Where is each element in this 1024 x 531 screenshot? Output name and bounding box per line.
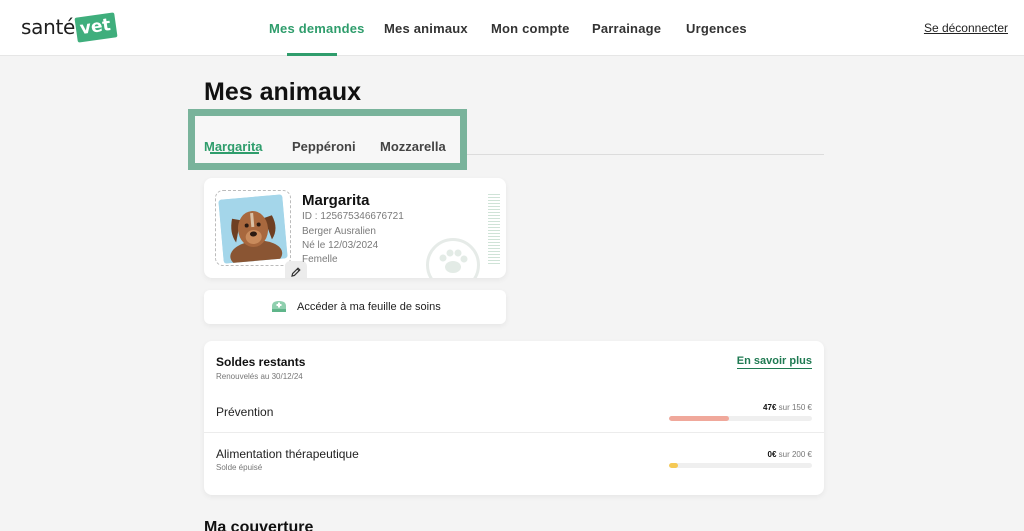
pet-photo-frame xyxy=(215,190,307,278)
care-sheet-button[interactable]: Accéder à ma feuille de soins xyxy=(204,290,506,324)
pet-name: Margarita xyxy=(302,192,370,209)
logout-link[interactable]: Se déconnecter xyxy=(924,21,1008,35)
pencil-icon xyxy=(291,267,301,277)
balances-card: Soldes restants Renouvelés au 30/12/24 E… xyxy=(204,341,824,495)
pet-photo xyxy=(218,194,288,264)
paw-icon xyxy=(426,238,480,278)
balance-alimentation-bar-fill xyxy=(669,463,678,468)
balance-prevention-total: sur 150 € xyxy=(778,403,812,412)
nav-urgences[interactable]: Urgences xyxy=(686,21,747,36)
balance-alimentation-value: 0€ xyxy=(767,450,777,459)
learn-more-link[interactable]: En savoir plus xyxy=(736,355,812,369)
balance-prevention-bar-fill xyxy=(669,416,730,421)
care-sheet-label: Accéder à ma feuille de soins xyxy=(297,301,441,313)
balance-prevention-value: 47€ xyxy=(763,403,777,412)
balance-prevention-bar xyxy=(669,416,812,421)
main-nav: Mes demandes Mes animaux Mon compte Parr… xyxy=(0,0,1024,56)
balance-alimentation-bar xyxy=(669,463,812,468)
balance-alimentation-amount: 0€ sur 200 € xyxy=(768,450,813,459)
pet-breed: Berger Ausralien xyxy=(302,226,376,237)
nav-mes-animaux[interactable]: Mes animaux xyxy=(384,21,468,36)
tabs-baseline xyxy=(466,154,824,155)
balance-alimentation-total: sur 200 € xyxy=(778,450,812,459)
dog-photo-illustration xyxy=(218,194,288,264)
nav-parrainage[interactable]: Parrainage xyxy=(592,21,661,36)
medical-kit-icon xyxy=(271,299,287,318)
coverage-section-title: Ma couverture xyxy=(204,519,314,531)
nav-mon-compte[interactable]: Mon compte xyxy=(491,21,570,36)
tab-mozzarella[interactable]: Mozzarella xyxy=(380,139,446,154)
pet-birthdate: Né le 12/03/2024 xyxy=(302,240,379,251)
balance-alimentation-label: Alimentation thérapeutique xyxy=(216,447,359,461)
pet-sex: Femelle xyxy=(302,254,338,265)
balance-prevention-amount: 47€ sur 150 € xyxy=(763,403,812,412)
page-title: Mes animaux xyxy=(204,78,362,106)
pet-card: Margarita ID : 125675346676721 Berger Au… xyxy=(204,178,506,278)
tab-pepperoni[interactable]: Peppéroni xyxy=(292,139,356,154)
tab-active-indicator xyxy=(210,152,259,154)
balance-prevention-label: Prévention xyxy=(216,405,274,419)
barcode-decoration xyxy=(488,194,500,264)
nav-mes-demandes[interactable]: Mes demandes xyxy=(269,21,365,36)
pet-id: ID : 125675346676721 xyxy=(302,211,404,222)
nav-active-indicator xyxy=(287,53,337,56)
top-header: santé vet Mes demandes Mes animaux Mon c… xyxy=(0,0,1024,56)
balance-alimentation-status: Solde épuisé xyxy=(216,463,263,472)
row-divider xyxy=(204,432,824,433)
balances-renewal-date: Renouvelés au 30/12/24 xyxy=(216,372,303,381)
balances-title: Soldes restants xyxy=(216,355,306,369)
pet-tabs: Margarita Peppéroni Mozzarella xyxy=(188,109,467,170)
